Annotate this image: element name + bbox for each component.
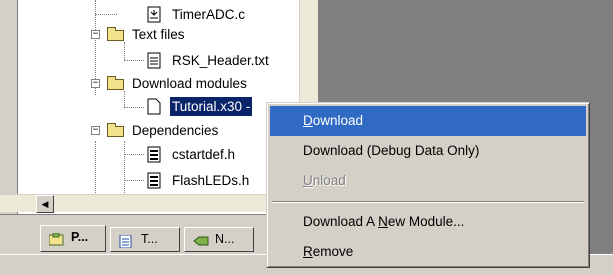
menu-item-download-new-module[interactable]: Download A New Module... (270, 207, 586, 237)
menu-separator (272, 201, 584, 203)
panel-gutter (17, 0, 35, 214)
tab-label: N... (215, 232, 235, 246)
header-file-icon (146, 146, 164, 163)
text-file-icon (146, 52, 164, 69)
folder-icon (106, 122, 124, 139)
tree-item-label: cstartdef.h (172, 147, 236, 162)
folder-icon (106, 75, 124, 92)
tree-item-label: RSK_Header.txt (172, 53, 269, 68)
tree-line (95, 14, 117, 15)
context-menu: Download Download (Debug Data Only) Unlo… (266, 102, 590, 268)
menu-item-download[interactable]: Download (270, 106, 586, 136)
menu-item-remove[interactable]: Remove (270, 237, 586, 267)
tree-item-label: Download modules (132, 76, 247, 91)
tree-item-label: Tutorial.x30 - (168, 96, 254, 117)
tree-line (124, 42, 125, 60)
tree-line (124, 180, 144, 181)
templates-tab-icon (119, 233, 135, 249)
source-file-icon (146, 6, 164, 23)
tree-line (124, 91, 125, 107)
menu-item-download-debug-data-only[interactable]: Download (Debug Data Only) (270, 136, 586, 166)
panel-left-border (0, 0, 17, 214)
tree-line (124, 154, 144, 155)
file-icon (146, 98, 164, 115)
tab-label: T... (141, 232, 158, 246)
tree-item-label: FlashLEDs.h (172, 173, 250, 188)
tab-label: P... (71, 230, 89, 244)
collapse-toggle[interactable]: − (91, 126, 100, 135)
tab-templates[interactable]: T... (110, 227, 180, 252)
tab-navigation[interactable]: N... (184, 227, 254, 252)
folder-icon (106, 26, 124, 43)
tree-item-label: Dependencies (132, 123, 219, 138)
collapse-toggle[interactable]: − (91, 79, 100, 88)
navigation-tab-icon (193, 233, 209, 246)
tab-projects[interactable]: P... (40, 225, 106, 252)
tree-item-label: Text files (132, 27, 185, 42)
header-file-icon (146, 172, 164, 189)
collapse-toggle[interactable]: − (91, 30, 100, 39)
projects-tab-icon (48, 231, 65, 246)
menu-item-unload: Unload (303, 173, 346, 188)
tree-line (124, 60, 144, 61)
tree-item-label: TimerADC.c (172, 7, 245, 22)
horizontal-scrollbar[interactable]: ◀ (0, 194, 300, 213)
scroll-left-arrow-icon[interactable]: ◀ (36, 195, 54, 213)
tree-line (124, 107, 144, 108)
